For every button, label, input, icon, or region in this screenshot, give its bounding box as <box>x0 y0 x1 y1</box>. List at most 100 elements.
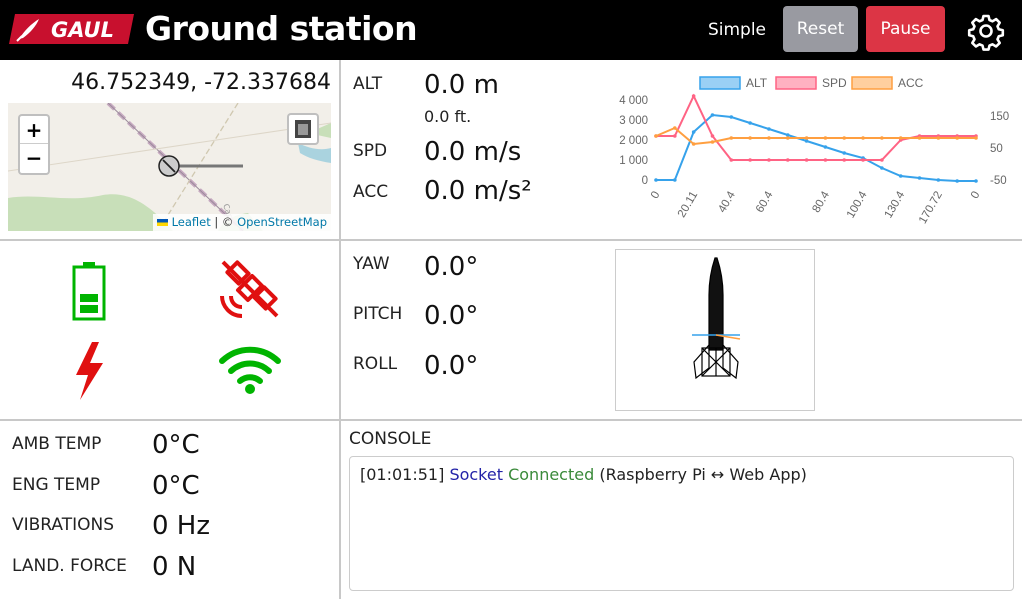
amb-temp-value: 0°C <box>152 430 200 460</box>
data-point <box>804 136 809 140</box>
map-view[interactable]: Car + − Leaflet | © OpenStreetMap <box>8 103 331 231</box>
data-point <box>785 136 790 140</box>
x-tick-label: 40.4 <box>716 189 738 215</box>
landing-force-value: 0 N <box>152 552 197 582</box>
zoom-in-button[interactable]: + <box>20 116 48 144</box>
data-point <box>842 151 847 155</box>
data-point <box>729 158 734 162</box>
y-left-tick-label: 2 000 <box>619 135 648 147</box>
y-left-tick-label: 0 <box>642 175 648 187</box>
console-log[interactable]: [01:01:51] Socket Connected (Raspberry P… <box>349 456 1014 591</box>
y-right-tick-label: -50 <box>990 175 1007 187</box>
data-point <box>823 158 828 162</box>
data-point <box>691 94 696 98</box>
gear-icon[interactable] <box>966 11 1006 51</box>
top-bar: GAUL Ground station Simple Reset Pause <box>0 0 1022 60</box>
data-point <box>955 179 959 183</box>
divider <box>339 60 341 599</box>
eng-temp-label: ENG TEMP <box>12 475 101 495</box>
eng-temp-value: 0°C <box>152 471 200 501</box>
battery-icon <box>72 262 106 321</box>
data-point <box>673 178 677 182</box>
data-point <box>654 134 658 138</box>
x-tick-label: 80.4 <box>810 189 832 215</box>
rocket-3d-view[interactable] <box>615 249 815 411</box>
data-point <box>861 136 865 140</box>
attribution-separator: | © <box>210 215 238 229</box>
leaflet-link[interactable]: Leaflet <box>172 215 211 229</box>
spd-label: SPD <box>353 141 388 161</box>
data-point <box>748 158 752 162</box>
alt-label: ALT <box>353 74 383 94</box>
data-point <box>955 136 959 140</box>
data-point <box>880 158 884 162</box>
data-point <box>748 136 752 140</box>
layers-icon[interactable] <box>287 113 319 145</box>
vibrations-value: 0 Hz <box>152 511 211 541</box>
data-point <box>974 136 978 140</box>
vibrations-label: VIBRATIONS <box>12 515 115 535</box>
osm-link[interactable]: OpenStreetMap <box>237 215 327 229</box>
console-socket: Socket <box>449 465 503 484</box>
data-point <box>842 158 847 162</box>
yaw-label: YAW <box>353 254 390 274</box>
console-timestamp: [01:01:51] <box>360 465 445 484</box>
spd-value: 0.0 m/s <box>424 137 522 167</box>
x-tick-label: 20.11 <box>676 190 700 220</box>
divider <box>0 419 1022 421</box>
series-line <box>656 113 976 182</box>
data-point <box>936 136 941 140</box>
telemetry-chart: ALT SPD ACC 4 000 3 000 2 000 1 000 0 150 50 -50 0 2… <box>619 76 1009 226</box>
data-point <box>767 136 771 140</box>
data-point <box>767 127 771 131</box>
zoom-control: + − <box>18 114 50 175</box>
console-title: CONSOLE <box>349 429 432 449</box>
data-point <box>673 126 677 130</box>
page-title: Ground station <box>145 9 418 48</box>
data-point <box>710 113 715 117</box>
data-point <box>880 136 884 140</box>
alt-value: 0.0 m <box>424 70 499 100</box>
data-point <box>898 174 903 178</box>
data-point <box>842 136 847 140</box>
gaul-logo: GAUL <box>9 14 134 44</box>
amb-temp-label: AMB TEMP <box>12 434 102 454</box>
map-attribution: Leaflet | © OpenStreetMap <box>152 214 331 231</box>
data-point <box>880 166 884 170</box>
pitch-value: 0.0° <box>424 301 479 331</box>
simple-mode-button[interactable]: Simple <box>702 8 772 52</box>
data-point <box>673 134 677 138</box>
data-point <box>710 134 715 138</box>
rocket-model <box>692 257 741 380</box>
data-point <box>710 140 715 144</box>
x-tick-label: 130.4 <box>883 189 908 220</box>
gps-coordinates: 46.752349, -72.337684 <box>71 70 331 95</box>
x-tick-label: 0 <box>969 190 983 202</box>
console-status: Connected <box>508 465 595 484</box>
data-point <box>767 158 771 162</box>
data-point <box>974 179 978 183</box>
data-point <box>785 158 790 162</box>
data-point <box>917 176 922 180</box>
data-point <box>804 158 809 162</box>
pause-button[interactable]: Pause <box>866 6 945 52</box>
legend-label: ALT <box>746 76 768 90</box>
x-tick-label: 170.72 <box>917 190 945 226</box>
y-left-tick-label: 1 000 <box>619 155 648 167</box>
data-point <box>729 115 734 119</box>
landing-force-label: LAND. FORCE <box>12 556 127 576</box>
logo-text: GAUL <box>51 18 114 42</box>
console-line: [01:01:51] Socket Connected (Raspberry P… <box>360 465 1003 484</box>
data-point <box>917 136 922 140</box>
reset-button[interactable]: Reset <box>783 6 858 52</box>
zoom-out-button[interactable]: − <box>20 144 48 172</box>
data-point <box>691 142 696 146</box>
legend-swatch <box>775 76 817 90</box>
legend-swatch <box>851 76 893 90</box>
pitch-label: PITCH <box>353 304 403 324</box>
x-tick-label: 0 <box>649 190 663 202</box>
yaw-value: 0.0° <box>424 252 479 282</box>
y-left-tick-label: 3 000 <box>619 115 648 127</box>
series-line <box>656 93 976 161</box>
lightning-icon <box>76 342 103 400</box>
